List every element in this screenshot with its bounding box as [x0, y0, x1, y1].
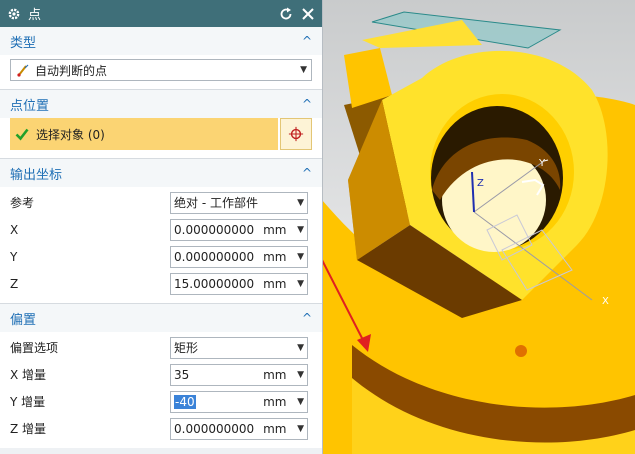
- type-section: 类型 ^ 自动判断的点 ▼: [0, 27, 322, 90]
- z-input[interactable]: 15.0000000000 mm ▼: [170, 272, 308, 295]
- z-value: 15.0000000000: [174, 276, 254, 291]
- output-coords-title: 输出坐标: [10, 167, 63, 183]
- y-inc-value: -40: [174, 394, 196, 409]
- dropdown-icon: ▼: [297, 197, 304, 208]
- z-inc-value: 0.0000000000: [174, 421, 254, 436]
- dialog-titlebar: 点: [0, 0, 322, 27]
- point-type-value: 自动判断的点: [35, 63, 108, 78]
- z-inc-label: Z 增量: [10, 422, 47, 436]
- close-icon[interactable]: [300, 6, 316, 22]
- y-value: 0.0000000000: [174, 249, 254, 264]
- dropdown-icon[interactable]: ▼: [297, 279, 304, 289]
- reference-value: 绝对 - 工作部件: [174, 196, 258, 210]
- dropdown-icon[interactable]: ▼: [297, 252, 304, 262]
- x-inc-value: 35: [174, 367, 190, 382]
- z-inc-unit: mm: [263, 421, 287, 436]
- collapse-icon[interactable]: ^: [302, 311, 312, 325]
- axis-label-x: X: [602, 296, 609, 307]
- reset-icon[interactable]: [278, 6, 294, 22]
- type-section-title: 类型: [10, 35, 37, 51]
- y-input[interactable]: 0.0000000000 mm ▼: [170, 245, 308, 268]
- reference-row: 参考 绝对 - 工作部件 ▼: [10, 189, 312, 216]
- y-inc-row: Y 增量 -40 mm ▼: [10, 388, 312, 415]
- point-location-section: 点位置 ^ 选择对象 (0): [0, 90, 322, 159]
- y-label: Y: [10, 249, 18, 264]
- dropdown-icon[interactable]: ▼: [297, 397, 304, 407]
- z-unit: mm: [263, 276, 287, 291]
- point-location-title: 点位置: [10, 98, 50, 114]
- y-row: Y 0.0000000000 mm ▼: [10, 243, 312, 270]
- point-constructor-icon: [288, 126, 304, 142]
- x-input[interactable]: 0.0000000000 mm ▼: [170, 218, 308, 241]
- select-object-label: 选择对象 (0): [36, 127, 105, 142]
- gear-icon[interactable]: [6, 6, 22, 22]
- y-inc-input[interactable]: -40 mm ▼: [170, 390, 308, 413]
- offset-title: 偏置: [10, 312, 37, 328]
- type-section-header[interactable]: 类型 ^: [0, 27, 322, 55]
- offset-option-value: 矩形: [174, 341, 199, 355]
- reference-label: 参考: [10, 196, 35, 210]
- z-row: Z 15.0000000000 mm ▼: [10, 270, 312, 297]
- dialog-title: 点: [28, 8, 42, 23]
- output-coords-section: 输出坐标 ^ 参考 绝对 - 工作部件 ▼ X 0.0000000000 mm …: [0, 159, 322, 304]
- x-value: 0.0000000000: [174, 222, 254, 237]
- point-dialog: 点 类型 ^ 自动判断的点 ▼ 点位置 ^ 选择对象 (0) 输出坐标 ^ 参考…: [0, 0, 323, 454]
- z-inc-input[interactable]: 0.0000000000 mm ▼: [170, 417, 308, 440]
- select-object-row[interactable]: 选择对象 (0): [10, 118, 278, 150]
- point-marker: [515, 345, 527, 357]
- point-constructor-button[interactable]: [280, 118, 312, 150]
- y-unit: mm: [263, 249, 287, 264]
- point-infer-icon: [15, 62, 31, 78]
- axis-label-z: Z: [477, 178, 484, 189]
- dropdown-icon[interactable]: ▼: [297, 225, 304, 235]
- dropdown-icon: ▼: [297, 342, 304, 353]
- x-unit: mm: [263, 222, 287, 237]
- offset-option-row: 偏置选项 矩形 ▼: [10, 334, 312, 361]
- axis-label-y: Y: [538, 158, 546, 169]
- offset-header[interactable]: 偏置 ^: [0, 304, 322, 332]
- dropdown-icon[interactable]: ▼: [297, 424, 304, 434]
- y-inc-unit: mm: [263, 394, 287, 409]
- x-inc-input[interactable]: 35 mm ▼: [170, 363, 308, 386]
- offset-option-label: 偏置选项: [10, 341, 59, 355]
- y-inc-label: Y 增量: [10, 395, 46, 409]
- collapse-icon[interactable]: ^: [302, 34, 312, 48]
- dropdown-icon: ▼: [300, 65, 307, 75]
- point-type-dropdown[interactable]: 自动判断的点 ▼: [10, 59, 312, 81]
- offset-section: 偏置 ^ 偏置选项 矩形 ▼ X 增量 35 mm ▼ Y 增量 -40 mm …: [0, 304, 322, 448]
- collapse-icon[interactable]: ^: [302, 166, 312, 180]
- dropdown-icon[interactable]: ▼: [297, 370, 304, 380]
- x-inc-unit: mm: [263, 367, 287, 382]
- reference-dropdown[interactable]: 绝对 - 工作部件 ▼: [170, 191, 308, 214]
- checkmark-icon: [14, 126, 30, 142]
- output-coords-header[interactable]: 输出坐标 ^: [0, 159, 322, 187]
- x-label: X: [10, 222, 19, 237]
- collapse-icon[interactable]: ^: [302, 97, 312, 111]
- x-inc-row: X 增量 35 mm ▼: [10, 361, 312, 388]
- x-row: X 0.0000000000 mm ▼: [10, 216, 312, 243]
- graphics-viewport[interactable]: Z Y X: [322, 0, 635, 454]
- z-label: Z: [10, 276, 19, 291]
- x-inc-label: X 增量: [10, 368, 47, 382]
- offset-option-dropdown[interactable]: 矩形 ▼: [170, 336, 308, 359]
- part-model: Z Y X: [322, 11, 635, 454]
- z-inc-row: Z 增量 0.0000000000 mm ▼: [10, 415, 312, 442]
- point-location-header[interactable]: 点位置 ^: [0, 90, 322, 118]
